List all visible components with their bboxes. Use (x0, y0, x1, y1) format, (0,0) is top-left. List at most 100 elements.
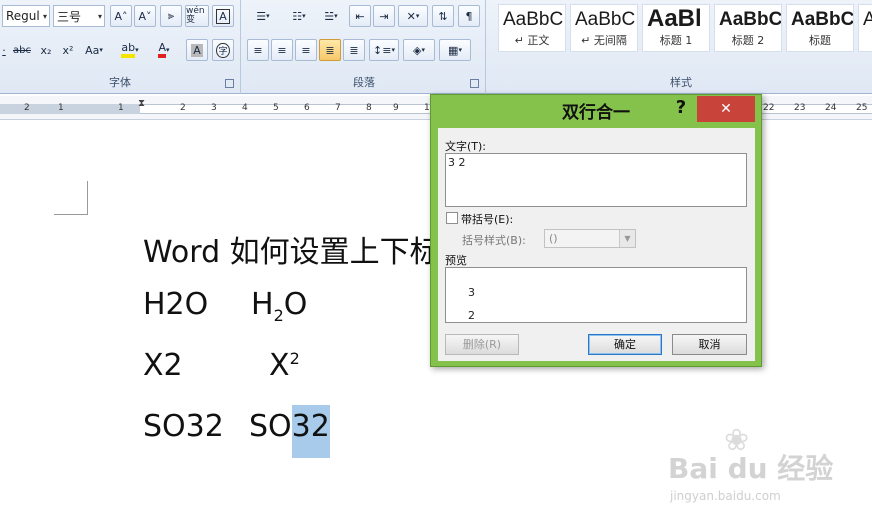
preview-label: 预览 (445, 254, 467, 267)
char-border-button[interactable]: A (212, 5, 234, 27)
selected-text[interactable]: 32 (291, 405, 330, 458)
ruler-number: 3 (211, 103, 217, 113)
formatted-formula: H2O (251, 287, 307, 325)
chevron-down-icon: ▾ (302, 12, 306, 20)
font-color-button[interactable]: A ▾ (148, 39, 180, 61)
line-spacing-button[interactable]: ↕≡ ▾ (369, 39, 399, 61)
text-field-label: 文字(T): (445, 140, 487, 153)
style-tile-heading1[interactable]: AaBl 标题 1 (642, 4, 710, 52)
numbering-button[interactable]: ☷ ▾ (283, 5, 315, 27)
delete-button[interactable]: 删除(R) (445, 334, 519, 355)
ruler-number: 1 (58, 103, 64, 113)
font-color-icon: A (158, 42, 166, 58)
style-tile-title[interactable]: AaBbC 标题 (786, 4, 854, 52)
superscript-icon: x² (62, 43, 74, 57)
dialog-launcher-icon[interactable] (225, 79, 234, 88)
superscript-button[interactable]: x² (58, 39, 78, 61)
enclose-char-button[interactable]: 字 (212, 39, 234, 61)
style-tile-no-spacing[interactable]: AaBbC ↵ 无间隔 (570, 4, 638, 52)
bracket-style-label: 括号样式(B): (462, 234, 526, 247)
change-case-icon: Aa (85, 43, 100, 57)
style-sample: AaBbC (719, 9, 781, 30)
chinese-layout-button[interactable]: ✕ ▾ (398, 5, 428, 27)
style-name: 标题 2 (731, 34, 765, 47)
justify-button[interactable]: ≣ (319, 39, 341, 61)
align-center-button[interactable]: ≡ (271, 39, 293, 61)
increase-indent-button[interactable]: ⇥ (373, 5, 395, 27)
paragraph-mark-icon: ¶ (465, 9, 473, 23)
style-name: ↵ 无间隔 (581, 34, 627, 47)
borders-button[interactable]: ▦ ▾ (439, 39, 471, 61)
align-right-button[interactable]: ≡ (295, 39, 317, 61)
subscript-button[interactable]: x₂ (36, 39, 56, 61)
show-marks-button[interactable]: ¶ (458, 5, 480, 27)
highlight-button[interactable]: ab ▾ (114, 39, 146, 61)
underline-icon: · (2, 43, 6, 57)
styles-group-label: 样式 (670, 76, 692, 89)
formula-tail: O (283, 287, 308, 322)
help-button[interactable]: ? (671, 97, 691, 121)
multilevel-list-icon: ☱ (324, 9, 335, 23)
sort-button[interactable]: ⇅ (432, 5, 454, 27)
multilevel-list-button[interactable]: ☱ ▾ (317, 5, 345, 27)
distributed-button[interactable]: ≣ (343, 39, 365, 61)
chevron-down-icon: ▾ (421, 46, 425, 54)
text-field[interactable]: 3 2 (445, 153, 747, 207)
indent-marker-icon[interactable]: ⧗ (138, 98, 145, 109)
font-group-label: 字体 (109, 76, 131, 89)
style-name: ↵ 正文 (514, 34, 550, 47)
bracket-checkbox[interactable] (446, 212, 458, 224)
doc-heading-text: Word 如何设置上下标 (143, 235, 440, 270)
paragraph-group: ☰ ▾ ☷ ▾ ☱ ▾ ⇤ ⇥ ✕ ▾ ⇅ ¶ ≡ ≡ ≡ ≣ ≣ ↕≡ ▾ ◈ ▾ ▦ ▾ … (243, 0, 486, 94)
align-left-icon: ≡ (253, 43, 263, 57)
doc-line-x2: X2 X2 (143, 348, 300, 383)
plain-formula: SO32 (143, 409, 224, 444)
numbered-list-icon: ☷ (292, 9, 303, 23)
doc-heading-line: Word 如何设置上下标 (143, 227, 440, 271)
enclose-char-icon: 字 (216, 42, 230, 58)
ruler-number: 7 (335, 103, 341, 113)
change-case-button[interactable]: Aa ▾ (80, 39, 108, 61)
font-name-combo[interactable]: Regul ▾ (2, 5, 50, 27)
cancel-button[interactable]: 取消 (672, 334, 747, 355)
increase-indent-icon: ⇥ (379, 9, 389, 23)
grow-font-button[interactable]: A˄ (110, 5, 132, 27)
align-left-button[interactable]: ≡ (247, 39, 269, 61)
dialog-body: 文字(T): 3 2 带括号(E): 括号样式(B): () ▼ 预览 3 2 … (438, 128, 755, 361)
style-tile-heading2[interactable]: AaBbC 标题 2 (714, 4, 782, 52)
preview-line-1: 3 (468, 286, 475, 299)
bracket-style-select: () ▼ (544, 229, 636, 248)
font-group: Regul ▾ 三号 ▾ A˄ A˅ ⫸ wén 变 A · abc x₂ x²… (0, 0, 241, 94)
close-button[interactable]: ✕ (697, 96, 755, 122)
style-sample: AaBl (647, 5, 702, 32)
char-shading-button[interactable]: A (186, 39, 208, 61)
style-sample: AaBbC (575, 9, 636, 30)
decrease-indent-button[interactable]: ⇤ (349, 5, 371, 27)
plain-formula: X2 (143, 348, 183, 383)
shrink-font-button[interactable]: A˅ (134, 5, 156, 27)
baidu-watermark: ❀ Bai du 经验 jingyan.baidu.com (668, 423, 858, 511)
font-size-combo[interactable]: 三号 ▾ (53, 5, 105, 27)
plain-formula: H2O (143, 287, 209, 322)
justify-icon: ≣ (325, 43, 335, 57)
styles-group: AaBbC ↵ 正文 AaBbC ↵ 无间隔 AaBl 标题 1 AaBbC 标… (490, 0, 872, 94)
formula-main: X (269, 348, 290, 383)
dialog-launcher-icon[interactable] (470, 79, 479, 88)
style-name: 标题 1 (659, 34, 693, 47)
bracket-style-value: () (549, 232, 558, 245)
phonetic-guide-button[interactable]: wén 变 (185, 5, 209, 27)
style-tile-normal[interactable]: AaBbC ↵ 正文 (498, 4, 566, 52)
chevron-down-icon: ▾ (135, 46, 139, 54)
paint-bucket-icon: ◈ (413, 43, 422, 57)
formula-superscript: 2 (289, 349, 300, 368)
shading-button[interactable]: ◈ ▾ (403, 39, 435, 61)
strikethrough-button[interactable]: abc (10, 39, 34, 61)
borders-icon: ▦ (448, 43, 459, 57)
bold-italic-partial[interactable]: · (0, 39, 8, 61)
bullets-button[interactable]: ☰ ▾ (247, 5, 279, 27)
chevron-down-icon: ▾ (458, 46, 462, 54)
watermark-brand: Bai du 经验 (668, 452, 834, 485)
ok-button[interactable]: 确定 (588, 334, 662, 355)
style-tile-partial[interactable]: A (858, 4, 872, 52)
clear-format-button[interactable]: ⫸ (160, 5, 182, 27)
